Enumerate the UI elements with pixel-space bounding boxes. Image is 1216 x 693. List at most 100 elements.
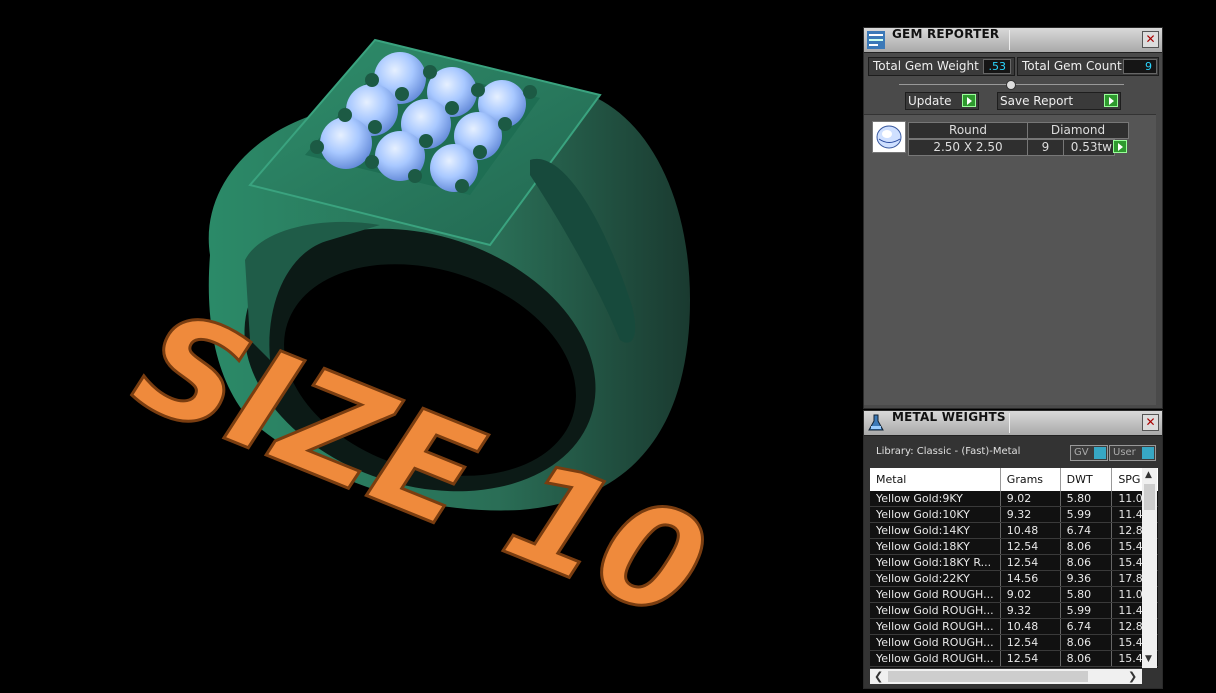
slider-handle[interactable]	[1006, 80, 1016, 90]
dwt-cell: 6.74	[1060, 618, 1113, 635]
total-gem-weight-field: Total Gem Weight .53	[868, 57, 1015, 76]
scroll-right-icon[interactable]: ❯	[1128, 670, 1137, 683]
grams-cell: 12.54	[1000, 538, 1061, 555]
total-gem-count-field: Total Gem Count 9	[1017, 57, 1159, 76]
scroll-down-icon[interactable]: ▼	[1145, 654, 1152, 664]
title-divider	[1009, 413, 1010, 433]
table-row[interactable]: Yellow Gold:9KY 9.02 5.80 11.08	[870, 491, 1158, 507]
dwt-cell: 8.06	[1060, 538, 1113, 555]
grams-cell: 9.32	[1000, 506, 1061, 523]
gem-reporter-panel: GEM REPORTER ✕ Total Gem Weight .53 Tota…	[863, 27, 1163, 409]
dwt-cell: 8.06	[1060, 650, 1113, 667]
table-row[interactable]: Yellow Gold ROUGH... 10.48 6.74 12.88	[870, 618, 1158, 635]
vertical-scrollbar[interactable]: ▲ ▼	[1142, 468, 1157, 668]
grams-cell: 10.48	[1000, 618, 1061, 635]
gem-count: 9	[1027, 139, 1064, 156]
scroll-thumb-h[interactable]	[888, 671, 1088, 682]
play-arrow-icon	[1104, 94, 1118, 107]
gem-weight: 0.53tw	[1063, 139, 1115, 156]
scroll-thumb[interactable]	[1144, 484, 1155, 510]
metal-table: Metal Grams DWT SPG Yellow Gold:9KY 9.02 5…	[870, 468, 1158, 667]
update-label: Update	[908, 94, 952, 108]
dwt-cell: 8.06	[1060, 634, 1113, 651]
table-row[interactable]: Yellow Gold:18KY 12.54 8.06 15.41	[870, 538, 1158, 555]
metal-cell: Yellow Gold:22KY	[870, 570, 1001, 587]
total-gem-count-value[interactable]: 9	[1123, 59, 1157, 74]
column-header-metal[interactable]: Metal	[870, 468, 1001, 491]
metal-cell: Yellow Gold ROUGH...	[870, 634, 1001, 651]
total-gem-weight-label: Total Gem Weight	[873, 59, 979, 73]
metal-cell: Yellow Gold ROUGH...	[870, 602, 1001, 619]
table-header-row: Metal Grams DWT SPG	[870, 468, 1158, 491]
round-gem-icon	[872, 121, 906, 153]
scroll-up-icon[interactable]: ▲	[1145, 470, 1152, 480]
dwt-cell: 5.80	[1060, 586, 1113, 603]
gem-material: Diamond	[1027, 122, 1129, 139]
metal-table-wrap: Metal Grams DWT SPG Yellow Gold:9KY 9.02 5…	[870, 468, 1158, 668]
title-divider	[1009, 30, 1010, 50]
table-row[interactable]: Yellow Gold:10KY 9.32 5.99 11.45	[870, 506, 1158, 523]
gem-reporter-icon	[867, 31, 885, 49]
panel-slider[interactable]	[899, 80, 1124, 90]
column-header-dwt[interactable]: DWT	[1060, 468, 1113, 491]
play-arrow-icon	[962, 94, 976, 107]
dwt-cell: 8.06	[1060, 554, 1113, 571]
scroll-left-icon[interactable]: ❮	[874, 670, 883, 683]
metal-cell: Yellow Gold:18KY R...	[870, 554, 1001, 571]
user-toggle-label: User	[1113, 447, 1136, 458]
user-toggle[interactable]: User	[1109, 445, 1156, 461]
toggle-indicator	[1094, 447, 1106, 459]
grams-cell: 9.32	[1000, 602, 1061, 619]
grams-cell: 12.54	[1000, 650, 1061, 667]
grams-cell: 10.48	[1000, 522, 1061, 539]
grams-cell: 12.54	[1000, 554, 1061, 571]
gv-toggle-label: GV	[1074, 447, 1089, 458]
table-row[interactable]: Yellow Gold ROUGH... 9.32 5.99 11.45	[870, 602, 1158, 619]
play-arrow-icon[interactable]	[1113, 140, 1127, 153]
total-gem-weight-value[interactable]: .53	[983, 59, 1011, 74]
metal-cell: Yellow Gold:18KY	[870, 538, 1001, 555]
close-icon[interactable]: ✕	[1142, 31, 1159, 48]
save-report-button[interactable]: Save Report	[997, 92, 1121, 110]
dwt-cell: 5.99	[1060, 506, 1113, 523]
table-row[interactable]: Yellow Gold ROUGH... 9.02 5.80 11.08	[870, 586, 1158, 603]
gem-row[interactable]: Round Diamond 2.50 X 2.50 9 0.53tw	[872, 119, 1142, 156]
dwt-cell: 9.36	[1060, 570, 1113, 587]
ring-model-render[interactable]: SIZE 10	[0, 0, 860, 689]
flask-icon	[868, 414, 884, 431]
table-row[interactable]: Yellow Gold ROUGH... 12.54 8.06 15.41	[870, 650, 1158, 667]
close-icon[interactable]: ✕	[1142, 414, 1159, 431]
metal-cell: Yellow Gold:14KY	[870, 522, 1001, 539]
metal-cell: Yellow Gold ROUGH...	[870, 586, 1001, 603]
metal-cell: Yellow Gold:9KY	[870, 491, 1001, 507]
metal-cell: Yellow Gold:10KY	[870, 506, 1001, 523]
table-row[interactable]: Yellow Gold:18KY R... 12.54 8.06 15.41	[870, 554, 1158, 571]
library-label: Library: Classic - (Fast)-Metal	[876, 446, 1021, 457]
metal-weights-title: METAL WEIGHTS	[892, 410, 1006, 424]
grams-cell: 9.02	[1000, 491, 1061, 507]
horizontal-scrollbar[interactable]: ❮ ❯	[870, 669, 1142, 684]
table-row[interactable]: Yellow Gold:22KY 14.56 9.36 17.89	[870, 570, 1158, 587]
dwt-cell: 5.99	[1060, 602, 1113, 619]
toggle-indicator	[1142, 447, 1154, 459]
gem-reporter-titlebar[interactable]: GEM REPORTER ✕	[864, 28, 1162, 53]
dwt-cell: 5.80	[1060, 491, 1113, 507]
column-header-grams[interactable]: Grams	[1000, 468, 1061, 491]
update-button[interactable]: Update	[905, 92, 979, 110]
save-report-label: Save Report	[1000, 94, 1074, 108]
table-row[interactable]: Yellow Gold ROUGH... 12.54 8.06 15.41	[870, 634, 1158, 651]
metal-weights-panel: METAL WEIGHTS ✕ Library: Classic - (Fast…	[863, 410, 1163, 689]
gem-size: 2.50 X 2.50	[908, 139, 1028, 156]
grams-cell: 12.54	[1000, 634, 1061, 651]
3d-viewport[interactable]: SIZE 10	[0, 0, 860, 689]
metal-table-body: Yellow Gold:9KY 9.02 5.80 11.08 Yellow Gold:…	[870, 491, 1158, 667]
metal-cell: Yellow Gold ROUGH...	[870, 650, 1001, 667]
grams-cell: 9.02	[1000, 586, 1061, 603]
table-row[interactable]: Yellow Gold:14KY 10.48 6.74 12.88	[870, 522, 1158, 539]
metal-cell: Yellow Gold ROUGH...	[870, 618, 1001, 635]
metal-weights-titlebar[interactable]: METAL WEIGHTS ✕	[864, 411, 1162, 436]
dwt-cell: 6.74	[1060, 522, 1113, 539]
gem-list: Round Diamond 2.50 X 2.50 9 0.53tw	[864, 114, 1156, 405]
gv-toggle[interactable]: GV	[1070, 445, 1108, 461]
gem-reporter-title: GEM REPORTER	[892, 27, 1000, 41]
